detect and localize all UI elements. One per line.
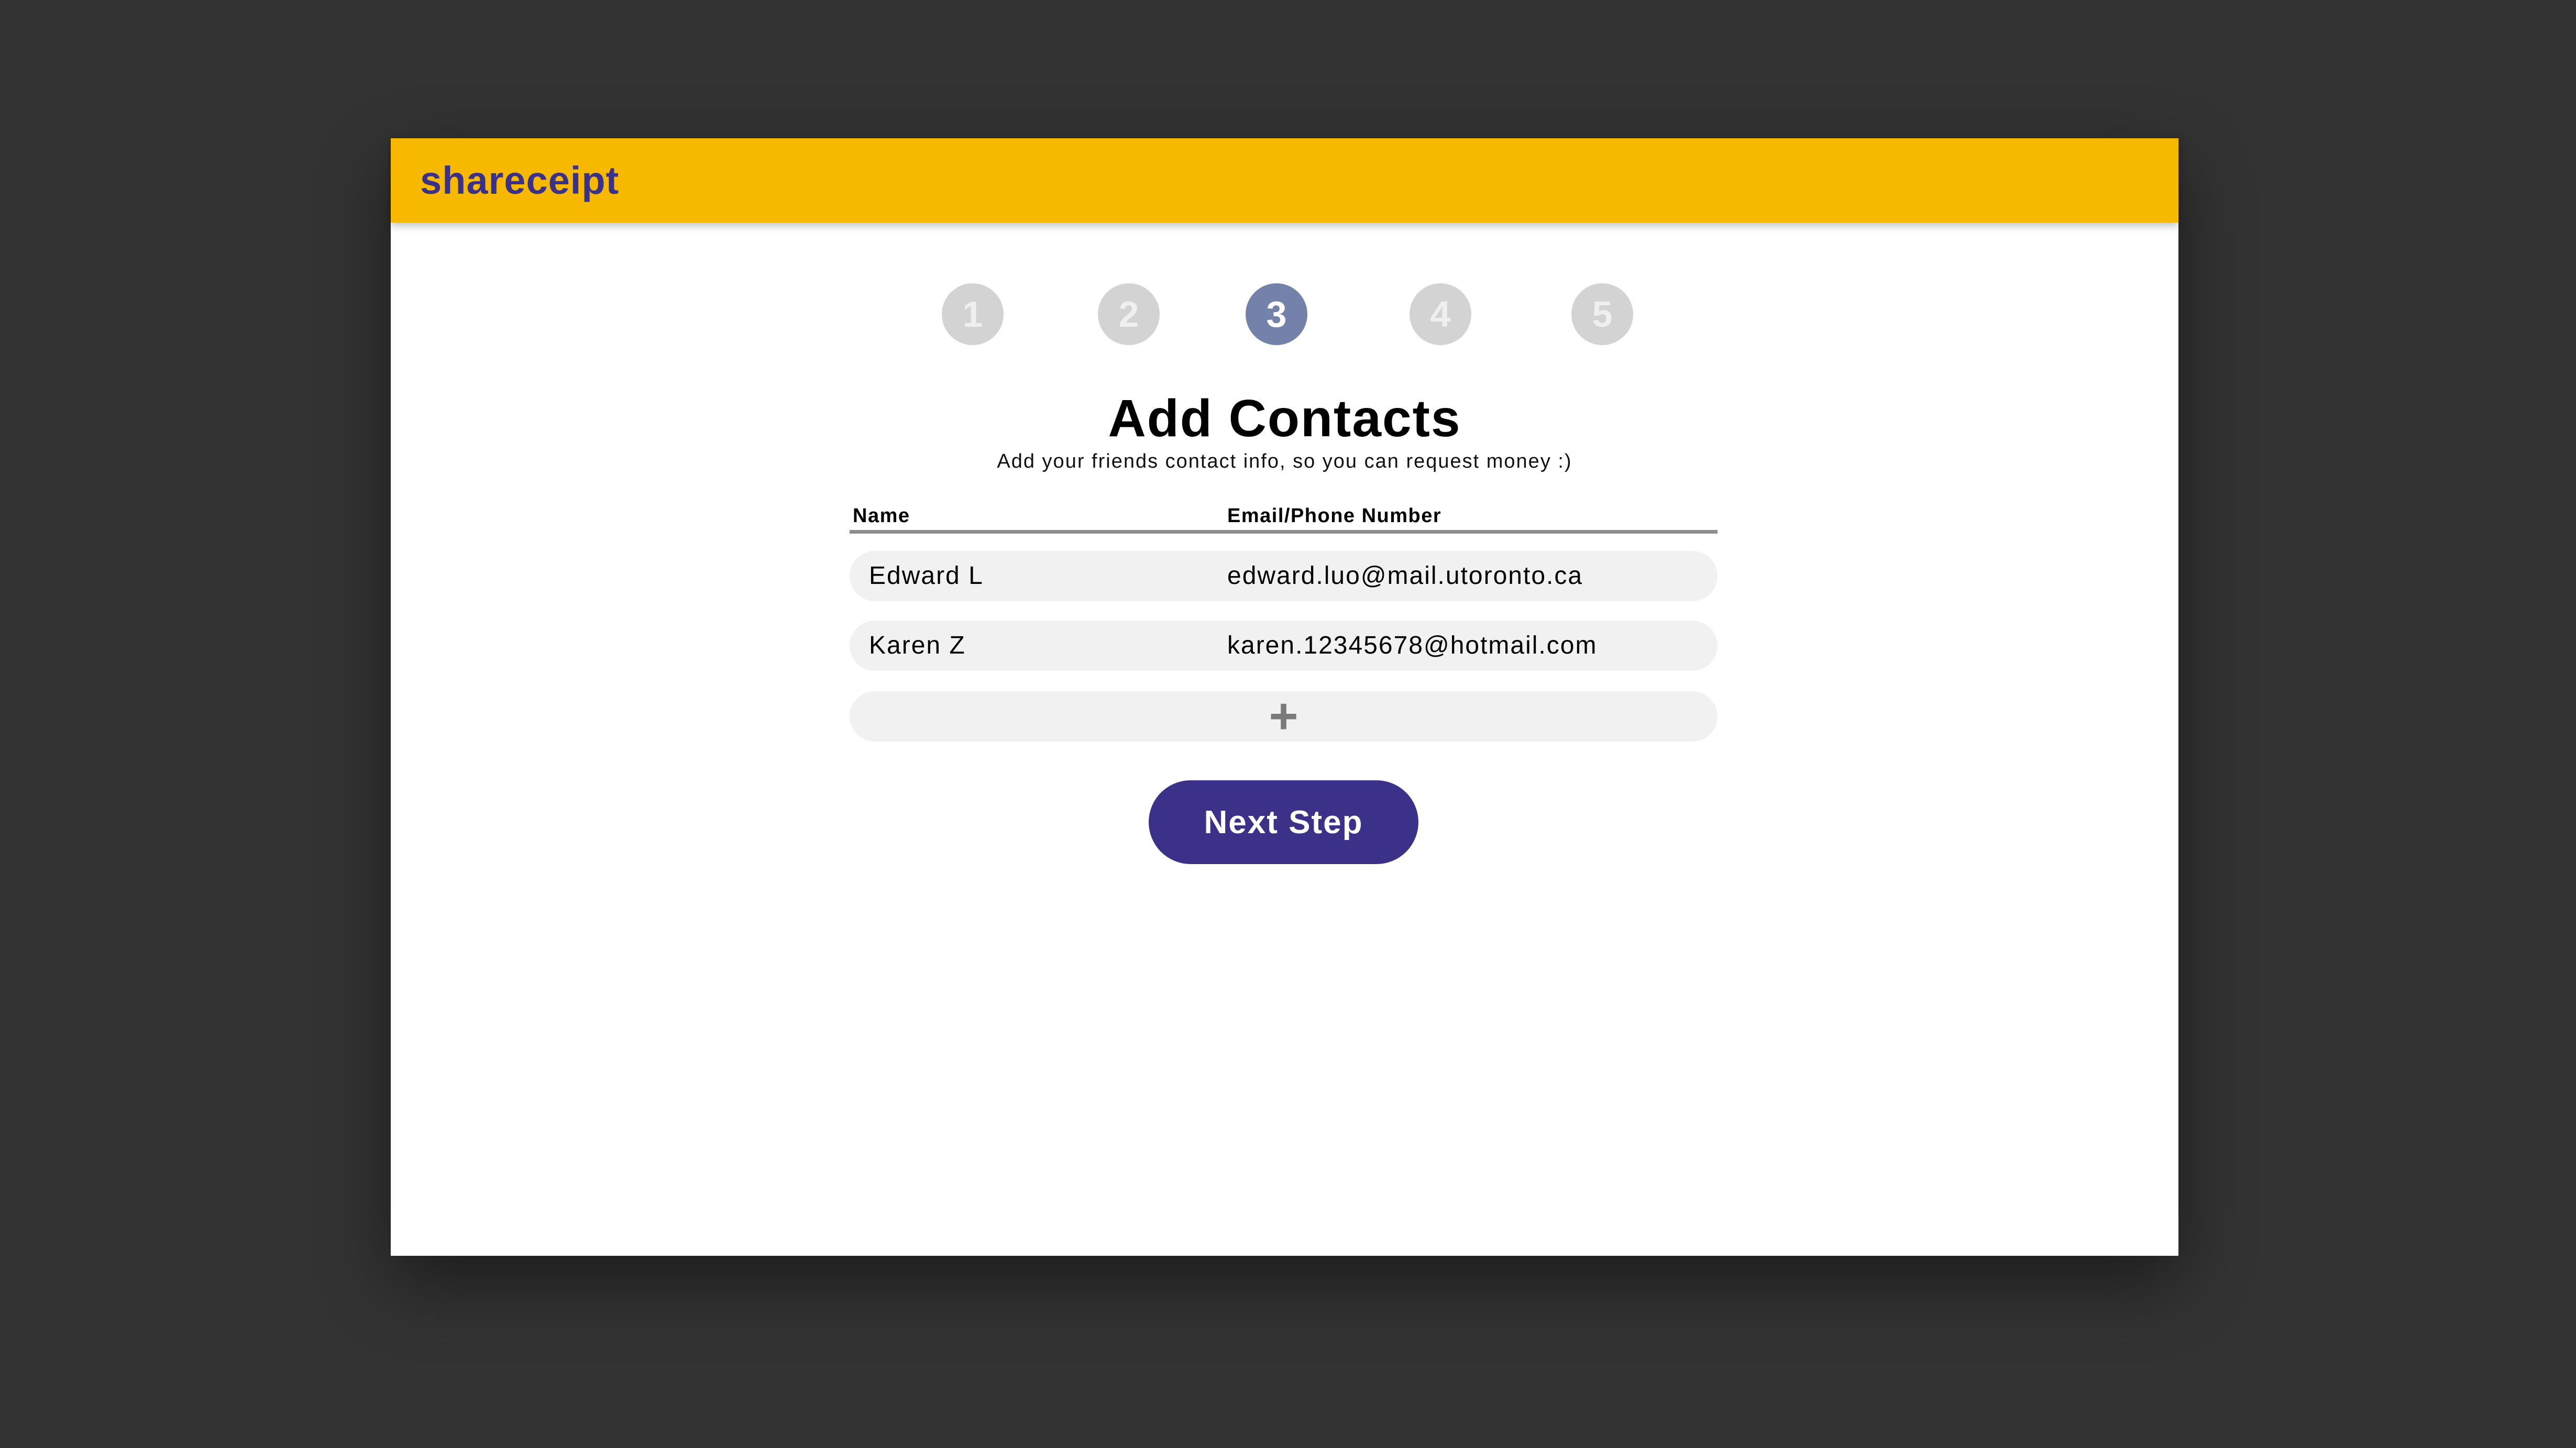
contact-name[interactable]: Karen Z	[869, 621, 966, 671]
step-5[interactable]: 5	[1571, 283, 1633, 345]
page-subtitle: Add your friends contact info, so you ca…	[997, 450, 1572, 472]
page-title: Add Contacts	[1108, 389, 1461, 448]
contact-row[interactable]: Karen Z karen.12345678@hotmail.com	[850, 621, 1718, 671]
next-step-button[interactable]: Next Step	[1149, 780, 1418, 864]
step-1[interactable]: 1	[942, 283, 1004, 345]
step-2[interactable]: 2	[1098, 283, 1160, 345]
app-window: shareceipt 1 2 3 4 5 Add Contacts Add yo…	[391, 138, 2178, 1256]
app-bar: shareceipt	[391, 138, 2178, 223]
add-contact-button[interactable]: +	[850, 691, 1718, 742]
plus-icon: +	[1269, 688, 1298, 744]
contact-email[interactable]: edward.luo@mail.utoronto.ca	[1227, 551, 1583, 601]
contact-name[interactable]: Edward L	[869, 551, 984, 601]
contact-row[interactable]: Edward L edward.luo@mail.utoronto.ca	[850, 551, 1718, 601]
column-header-name: Name	[853, 505, 910, 527]
step-4[interactable]: 4	[1410, 283, 1471, 345]
column-header-contact: Email/Phone Number	[1227, 505, 1442, 527]
contact-email[interactable]: karen.12345678@hotmail.com	[1227, 621, 1597, 671]
app-title: shareceipt	[420, 159, 620, 202]
header-divider	[850, 530, 1718, 534]
step-3-active[interactable]: 3	[1246, 283, 1307, 345]
